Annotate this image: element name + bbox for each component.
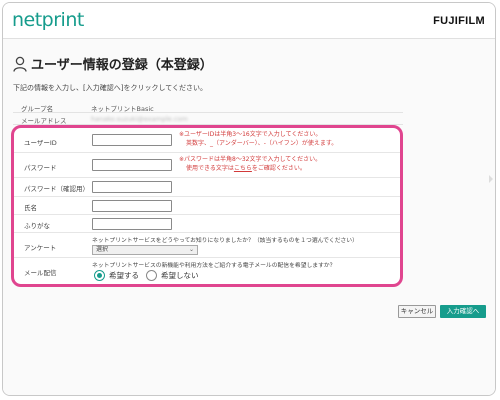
name-input[interactable] bbox=[92, 200, 172, 212]
group-name-row: グループ名 ネットプリントBasic bbox=[13, 101, 403, 113]
password-row: パスワード ※パスワードは半角8～32文字で入力してください。 使用できる文字は… bbox=[14, 153, 400, 178]
radio-unchecked-icon[interactable] bbox=[146, 270, 157, 281]
name-label: 氏名 bbox=[24, 204, 37, 212]
furigana-label: ふりがな bbox=[24, 222, 50, 230]
mail-option-no-label: 希望しない bbox=[161, 271, 199, 280]
site-header: netprint FUJIFILM bbox=[3, 3, 495, 39]
survey-question: ネットプリントサービスをどうやってお知りになりましたか？（該当するものを１つ選ん… bbox=[92, 238, 358, 244]
radio-checked-icon[interactable] bbox=[94, 270, 105, 281]
group-name-value: ネットプリントBasic bbox=[91, 105, 154, 113]
fujifilm-logo[interactable]: FUJIFILM bbox=[433, 15, 485, 27]
email-value: hanako.suzuki@example.com bbox=[91, 115, 188, 123]
mail-delivery-question: ネットプリントサービスの新機能や利用方法をご紹介する電子メールの配信を希望します… bbox=[92, 263, 336, 269]
password-note-pre: 使用できる文字は bbox=[186, 164, 234, 172]
password-label: パスワード bbox=[24, 164, 57, 172]
password-note: ※パスワードは半角8～32文字で入力してください。 使用できる文字はこちらをご確… bbox=[179, 156, 321, 173]
password-confirm-input[interactable] bbox=[92, 181, 172, 193]
furigana-row: ふりがな bbox=[14, 215, 400, 233]
mail-delivery-label: メール配信 bbox=[24, 269, 57, 277]
furigana-input[interactable] bbox=[92, 218, 172, 230]
user-id-note: ※ユーザーIDは半角3～16文字で入力してください。 英数字、_（アンダーバー）… bbox=[179, 131, 337, 148]
user-id-label: ユーザーID bbox=[24, 139, 57, 147]
survey-select[interactable]: 選択 ⌄ bbox=[92, 245, 198, 255]
group-name-label: グループ名 bbox=[21, 105, 54, 113]
registration-form: ユーザーID ※ユーザーIDは半角3～16文字で入力してください。 英数字、_（… bbox=[11, 125, 403, 287]
survey-selected-value: 選択 bbox=[96, 246, 109, 253]
email-label: メールアドレス bbox=[21, 117, 67, 125]
allowed-characters-link[interactable]: こちら bbox=[234, 165, 252, 172]
mail-delivery-row: メール配信 ネットプリントサービスの新機能や利用方法をご紹介する電子メールの配信… bbox=[14, 258, 400, 284]
user-id-input[interactable] bbox=[92, 134, 172, 146]
user-id-row: ユーザーID ※ユーザーIDは半角3～16文字で入力してください。 英数字、_（… bbox=[14, 128, 400, 153]
password-input[interactable] bbox=[92, 159, 172, 171]
user-id-note-line2: 英数字、_（アンダーバー）、-（ハイフン）が使えます。 bbox=[186, 139, 338, 147]
password-confirm-label: パスワード（確認用） bbox=[24, 185, 89, 193]
user-id-note-line1: ※ユーザーIDは半角3～16文字で入力してください。 bbox=[179, 131, 322, 138]
cancel-button[interactable]: キャンセル bbox=[398, 305, 436, 318]
password-note-post: をご確認ください。 bbox=[251, 164, 306, 172]
mail-option-yes[interactable]: 希望する bbox=[94, 270, 139, 281]
mail-option-no[interactable]: 希望しない bbox=[146, 270, 199, 281]
name-row: 氏名 bbox=[14, 197, 400, 215]
scroll-arrow-icon bbox=[489, 175, 493, 183]
mail-option-yes-label: 希望する bbox=[109, 271, 139, 280]
chevron-down-icon: ⌄ bbox=[188, 246, 194, 253]
survey-row: アンケート ネットプリントサービスをどうやってお知りになりましたか？（該当するも… bbox=[14, 233, 400, 258]
password-note-line1: ※パスワードは半角8～32文字で入力してください。 bbox=[179, 156, 322, 163]
page-title: ユーザー情報の登録（本登録） bbox=[31, 58, 213, 73]
user-icon bbox=[13, 56, 27, 72]
page-description: 下記の情報を入力し、[入力確認へ]をクリックしてください。 bbox=[13, 84, 208, 92]
browser-window: netprint FUJIFILM ユーザー情報の登録（本登録） 下記の情報を入… bbox=[2, 2, 496, 396]
main-content: ユーザー情報の登録（本登録） 下記の情報を入力し、[入力確認へ]をクリックしてく… bbox=[3, 39, 495, 395]
email-row: メールアドレス hanako.suzuki@example.com bbox=[13, 113, 403, 125]
page-title-row: ユーザー情報の登録（本登録） bbox=[13, 54, 213, 73]
password-note-line2: 使用できる文字はこちらをご確認ください。 bbox=[179, 165, 321, 174]
password-confirm-row: パスワード（確認用） bbox=[14, 178, 400, 197]
netprint-logo[interactable]: netprint bbox=[12, 9, 84, 31]
survey-label: アンケート bbox=[24, 244, 57, 252]
confirm-button[interactable]: 入力確認へ bbox=[440, 305, 486, 318]
